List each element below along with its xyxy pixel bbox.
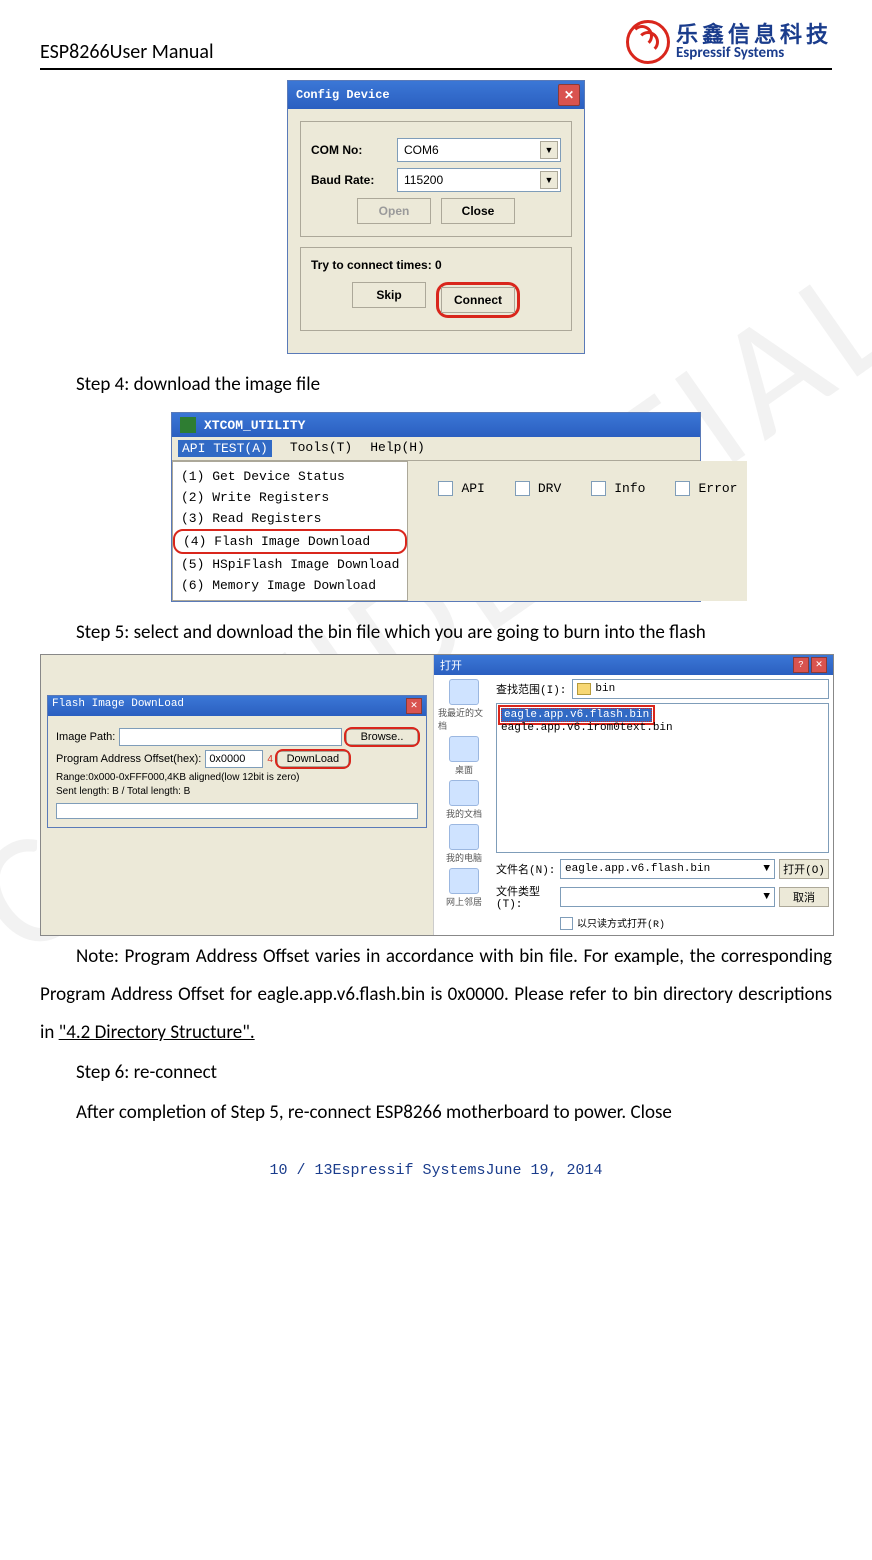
com-no-label: COM No:: [311, 143, 389, 157]
image-path-input[interactable]: [119, 728, 342, 746]
app-icon: [180, 417, 196, 433]
flash-dialog-title: Flash Image DownLoad: [52, 698, 184, 714]
sent-length-text: Sent length: B / Total length: B: [56, 786, 418, 797]
offset-label: Program Address Offset(hex):: [56, 753, 201, 765]
menu-item[interactable]: (5) HSpiFlash Image Download: [173, 554, 407, 575]
checkbox-api[interactable]: API: [438, 481, 484, 496]
page-header: ESP8266User Manual 乐鑫信息科技 Espressif Syst…: [40, 20, 832, 70]
folder-icon: [577, 683, 591, 695]
step5-figure: Flash Image DownLoad ✕ Image Path: Brows…: [40, 654, 834, 936]
file-item[interactable]: eagle.app.v6.irom0text.bin: [501, 722, 824, 734]
range-text: Range:0x000-0xFFF000,4KB aligned(low 12b…: [56, 772, 418, 783]
baud-rate-select[interactable]: 115200 ▼: [397, 168, 561, 192]
logo-icon: [626, 20, 670, 64]
readonly-label: 以只读方式打开(R): [577, 915, 665, 931]
api-menu: (1) Get Device Status (2) Write Register…: [172, 461, 408, 601]
close-icon[interactable]: ✕: [811, 657, 827, 673]
menu-item-flash-image[interactable]: (4) Flash Image Download: [173, 529, 407, 554]
connect-button[interactable]: Connect: [441, 287, 515, 313]
baud-rate-label: Baud Rate:: [311, 173, 389, 187]
file-list[interactable]: eagle.app.v6.flash.bin eagle.app.v6.irom…: [496, 703, 829, 853]
com-no-select[interactable]: COM6 ▼: [397, 138, 561, 162]
baud-rate-value: 115200: [404, 173, 443, 187]
place-network[interactable]: 网上邻居: [446, 868, 482, 908]
step4-text: Step 4: download the image file: [40, 366, 832, 404]
com-no-value: COM6: [404, 143, 439, 157]
place-computer[interactable]: 我的电脑: [446, 824, 482, 864]
menubar: API TEST(A) Tools(T) Help(H): [172, 437, 700, 461]
menu-tools[interactable]: Tools(T): [290, 440, 352, 457]
dialog-title: Config Device: [296, 88, 390, 102]
checkbox-info[interactable]: Info: [591, 481, 645, 496]
offset-input[interactable]: 0x0000: [205, 750, 263, 768]
menu-item[interactable]: (2) Write Registers: [173, 487, 407, 508]
menu-help[interactable]: Help(H): [370, 440, 425, 457]
checkbox-drv[interactable]: DRV: [515, 481, 561, 496]
filetype-select[interactable]: ▼: [560, 887, 775, 907]
close-button[interactable]: Close: [441, 198, 515, 224]
step6b-text: After completion of Step 5, re-connect E…: [40, 1094, 832, 1132]
logo: 乐鑫信息科技 Espressif Systems: [626, 20, 832, 64]
xtcom-window: XTCOM_UTILITY API TEST(A) Tools(T) Help(…: [171, 412, 701, 602]
flash-download-dialog: Flash Image DownLoad ✕ Image Path: Brows…: [47, 695, 427, 828]
section-link: "4.2 Directory Structure".: [59, 1021, 255, 1044]
image-path-label: Image Path:: [56, 731, 115, 743]
try-connect-label: Try to connect times: 0: [311, 258, 561, 272]
lookin-label: 查找范围(I):: [496, 681, 566, 697]
close-icon[interactable]: ✕: [558, 84, 580, 106]
note-text: Note: Program Address Offset varies in a…: [40, 938, 832, 1052]
lookin-value: bin: [595, 683, 615, 695]
progress-bar: [56, 803, 418, 819]
lookin-select[interactable]: bin: [572, 679, 829, 699]
skip-button[interactable]: Skip: [352, 282, 426, 308]
chevron-down-icon[interactable]: ▼: [540, 141, 558, 159]
menu-item[interactable]: (1) Get Device Status: [173, 466, 407, 487]
logo-en: Espressif Systems: [676, 46, 832, 61]
open-button[interactable]: Open: [357, 198, 431, 224]
menu-item[interactable]: (6) Memory Image Download: [173, 575, 407, 596]
place-desktop[interactable]: 桌面: [449, 736, 479, 776]
help-icon[interactable]: ?: [793, 657, 809, 673]
browse-button[interactable]: Browse..: [346, 729, 418, 745]
places-bar: 我最近的文档 桌面 我的文档 我的电脑 网上邻居: [438, 679, 490, 931]
step6-text: Step 6: re-connect: [40, 1054, 832, 1092]
config-device-dialog: Config Device ✕ COM No: COM6 ▼ B: [287, 80, 585, 354]
menu-api-test[interactable]: API TEST(A): [178, 440, 272, 457]
logo-cn: 乐鑫信息科技: [676, 24, 832, 46]
close-icon[interactable]: ✕: [406, 698, 422, 714]
page-footer: 10 / 13Espressif SystemsJune 19, 2014: [40, 1162, 832, 1179]
cancel-button[interactable]: 取消: [779, 887, 829, 907]
place-recent[interactable]: 我最近的文档: [438, 679, 490, 732]
open-dialog-title: 打开: [440, 657, 462, 673]
filename-input[interactable]: eagle.app.v6.flash.bin▼: [560, 859, 775, 879]
chevron-down-icon[interactable]: ▼: [540, 171, 558, 189]
xtcom-title: XTCOM_UTILITY: [204, 418, 305, 433]
filename-label: 文件名(N):: [496, 861, 556, 877]
filetype-label: 文件类型(T):: [496, 883, 556, 911]
file-selected[interactable]: eagle.app.v6.flash.bin: [501, 708, 652, 722]
readonly-checkbox[interactable]: [560, 917, 573, 930]
open-button[interactable]: 打开(O): [779, 859, 829, 879]
download-button[interactable]: DownLoad: [277, 751, 349, 767]
checkbox-error[interactable]: Error: [675, 481, 737, 496]
offset-annotation: 4: [267, 754, 273, 765]
header-title: ESP8266User Manual: [40, 40, 214, 64]
step5-text: Step 5: select and download the bin file…: [40, 614, 832, 652]
place-documents[interactable]: 我的文档: [446, 780, 482, 820]
menu-item[interactable]: (3) Read Registers: [173, 508, 407, 529]
